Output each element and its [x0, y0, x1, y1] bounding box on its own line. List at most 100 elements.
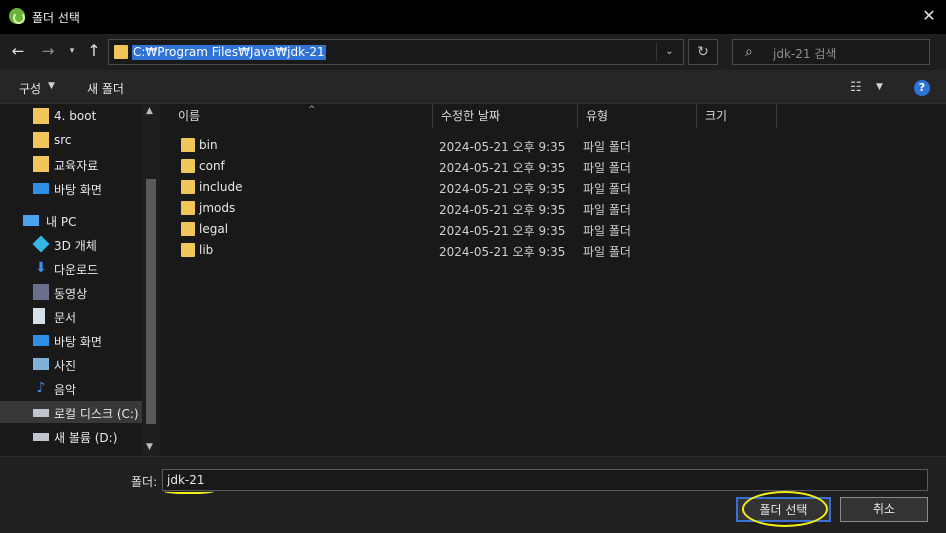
column-header-name[interactable]: 이름 ^: [170, 104, 433, 128]
document-icon: [33, 308, 45, 324]
file-name: conf: [199, 159, 225, 173]
sidebar-item-label: 문서: [54, 311, 77, 325]
computer-icon: [23, 215, 39, 226]
app-logo-icon: [9, 8, 25, 24]
address-bar[interactable]: C:₩Program Files₩Java₩jdk-21: [108, 39, 684, 65]
up-arrow-icon[interactable]: ↑: [84, 41, 104, 61]
cube-icon: [32, 235, 50, 253]
folder-icon: [33, 108, 49, 124]
sidebar-item[interactable]: 내 PC: [0, 209, 142, 231]
annotation-underline: [164, 488, 214, 494]
help-icon[interactable]: ?: [914, 80, 930, 96]
table-row[interactable]: legal 2024-05-21 오후 9:35 파일 폴더: [160, 219, 946, 240]
folder-icon: [181, 138, 195, 152]
navigation-scrollbar[interactable]: ▲ ▼: [142, 104, 160, 456]
title-bar: 폴더 선택 ✕: [0, 0, 946, 34]
table-row[interactable]: lib 2024-05-21 오후 9:35 파일 폴더: [160, 240, 946, 261]
sidebar-item-label: 새 볼륨 (D:): [54, 431, 118, 445]
sidebar-item[interactable]: 동영상: [0, 281, 142, 303]
sidebar-item-label: 로컬 디스크 (C:): [54, 407, 139, 421]
file-name: bin: [199, 138, 218, 152]
sidebar-item-label: 바탕 화면: [54, 335, 102, 349]
new-folder-button[interactable]: 새 폴더: [87, 80, 124, 97]
sidebar-item-label: 다운로드: [54, 263, 99, 277]
music-icon: ♪: [36, 380, 46, 396]
table-row[interactable]: bin 2024-05-21 오후 9:35 파일 폴더: [160, 135, 946, 156]
file-name: jmods: [199, 201, 236, 215]
sidebar-item[interactable]: 3D 개체: [0, 233, 142, 255]
organize-button[interactable]: 구성: [19, 80, 41, 97]
folder-icon: [181, 222, 195, 236]
scroll-thumb[interactable]: [146, 179, 156, 424]
column-header-size[interactable]: 크기: [697, 104, 777, 128]
sidebar-item[interactable]: 문서: [0, 305, 142, 327]
file-list: 이름 ^ 수정한 날짜 유형 크기 bin 2024-05-21 오후 9:35 파…: [160, 104, 946, 456]
sidebar-item[interactable]: 새 볼륨 (D:): [0, 425, 142, 447]
sidebar-item[interactable]: 바탕 화면: [0, 177, 142, 199]
table-row[interactable]: include 2024-05-21 오후 9:35 파일 폴더: [160, 177, 946, 198]
sidebar-item[interactable]: src: [0, 129, 142, 151]
file-type: 파일 폴더: [583, 224, 631, 238]
file-type: 파일 폴더: [583, 203, 631, 217]
sidebar-item-label: 사진: [54, 359, 77, 373]
sidebar-item-label: 교육자료: [54, 159, 99, 173]
scroll-up-icon[interactable]: ▲: [146, 106, 153, 116]
sidebar-item[interactable]: 교육자료: [0, 153, 142, 175]
file-type: 파일 폴더: [583, 140, 631, 154]
sidebar-item-label: 동영상: [54, 287, 88, 301]
video-icon: [33, 284, 49, 300]
search-placeholder: jdk-21 검색: [773, 47, 837, 61]
column-header-date[interactable]: 수정한 날짜: [433, 104, 578, 128]
window-title: 폴더 선택: [32, 11, 80, 25]
folder-icon: [33, 132, 49, 148]
chevron-down-icon[interactable]: ▼: [48, 81, 55, 91]
folder-icon: [181, 243, 195, 257]
view-options-icon[interactable]: ☷: [850, 80, 862, 95]
sidebar-item[interactable]: 바탕 화면: [0, 329, 142, 351]
desktop-icon: [33, 183, 49, 194]
sidebar-item[interactable]: ♪ 음악: [0, 377, 142, 399]
folder-icon: [114, 45, 128, 59]
table-row[interactable]: conf 2024-05-21 오후 9:35 파일 폴더: [160, 156, 946, 177]
cancel-button[interactable]: 취소: [840, 497, 928, 522]
chevron-down-icon[interactable]: ▼: [876, 82, 883, 92]
file-date: 2024-05-21 오후 9:35: [439, 161, 566, 175]
drive-icon: [33, 409, 49, 417]
sidebar-item[interactable]: 사진: [0, 353, 142, 375]
address-dropdown-chevron-icon[interactable]: ⌄: [656, 43, 682, 61]
file-date: 2024-05-21 오후 9:35: [439, 140, 566, 154]
scroll-down-icon[interactable]: ▼: [146, 442, 153, 452]
file-type: 파일 폴더: [583, 182, 631, 196]
folder-icon: [181, 159, 195, 173]
forward-arrow-icon[interactable]: →: [38, 41, 58, 61]
search-icon: ⌕: [745, 44, 753, 60]
sort-ascending-icon: ^: [308, 105, 316, 115]
file-date: 2024-05-21 오후 9:35: [439, 224, 566, 238]
folder-field-label: 폴더:: [131, 475, 158, 489]
file-type: 파일 폴더: [583, 161, 631, 175]
navigation-pane: 4. boot src 교육자료 바탕 화면 내 PC 3D 개체 ⬇ 다운로드 동영상 문서 바탕…: [0, 104, 160, 456]
sidebar-item[interactable]: 4. boot: [0, 105, 142, 127]
column-header-type[interactable]: 유형: [578, 104, 697, 128]
desktop-icon: [33, 335, 49, 346]
sidebar-item[interactable]: ⬇ 다운로드: [0, 257, 142, 279]
back-arrow-icon[interactable]: ←: [8, 41, 28, 61]
search-box[interactable]: ⌕ jdk-21 검색: [732, 39, 930, 65]
file-date: 2024-05-21 오후 9:35: [439, 182, 566, 196]
address-path[interactable]: C:₩Program Files₩Java₩jdk-21: [132, 45, 326, 60]
file-date: 2024-05-21 오후 9:35: [439, 245, 566, 259]
folder-name-input[interactable]: [162, 469, 928, 491]
sidebar-item-label: 바탕 화면: [54, 183, 102, 197]
table-row[interactable]: jmods 2024-05-21 오후 9:35 파일 폴더: [160, 198, 946, 219]
sidebar-item-label: src: [54, 133, 72, 147]
file-type: 파일 폴더: [583, 245, 631, 259]
sidebar-item-label: 4. boot: [54, 109, 97, 123]
sidebar-item[interactable]: 로컬 디스크 (C:): [0, 401, 142, 423]
dialog-footer: 폴더: 폴더 선택 취소: [0, 456, 946, 533]
recent-locations-chevron-icon[interactable]: ▾: [66, 41, 78, 61]
close-button[interactable]: ✕: [912, 0, 946, 34]
refresh-icon[interactable]: ↻: [688, 39, 718, 65]
sidebar-item-label: 음악: [54, 383, 77, 397]
column-name-label: 이름: [178, 109, 201, 123]
folder-icon: [181, 201, 195, 215]
